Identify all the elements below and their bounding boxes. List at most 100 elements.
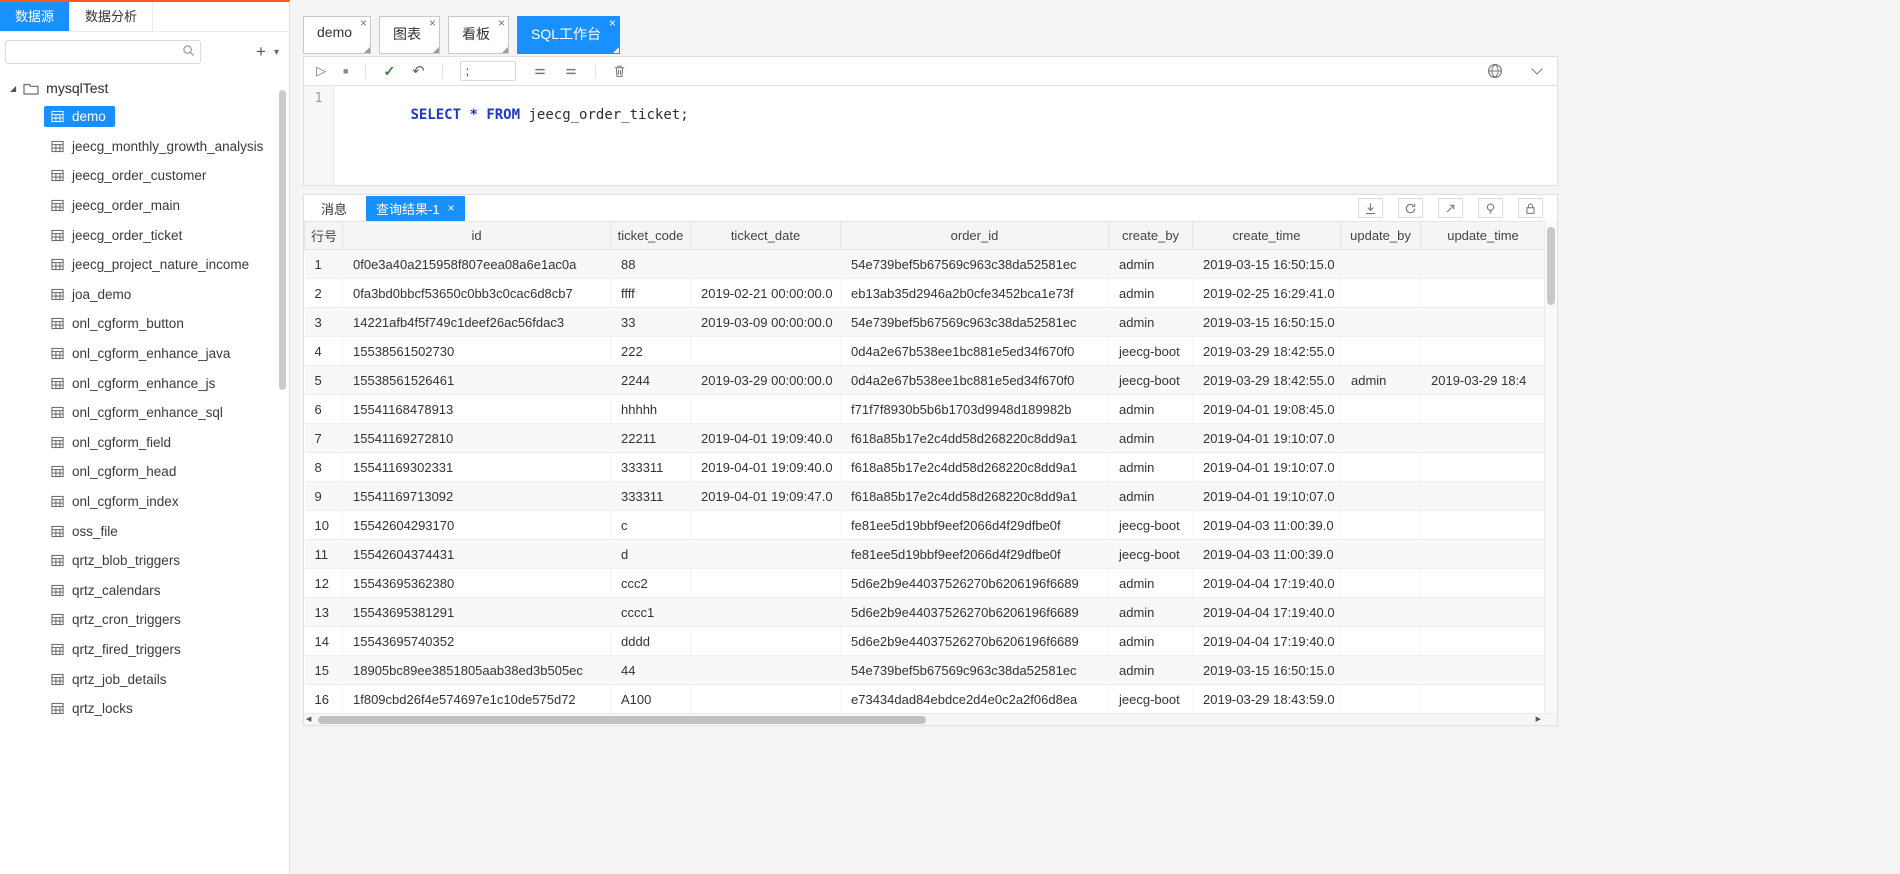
table-row[interactable]: 10 15542604293170 c fe81ee5d19bbf9eef206… <box>304 510 1546 540</box>
table-row[interactable]: 3 14221afb4f5f749c1deef26ac56fdac3 33 20… <box>304 307 1546 337</box>
tree-item[interactable]: jeecg_order_ticket <box>0 220 289 250</box>
table-row[interactable]: 6 15541168478913 hhhhh f71f7f8930b5b6b17… <box>304 394 1546 424</box>
chevron-down-icon[interactable] <box>1531 63 1543 75</box>
tree-item[interactable]: onl_cgform_field <box>0 428 289 458</box>
workspace-tab[interactable]: 图表 × <box>379 16 441 54</box>
sql-editor[interactable]: 1 SELECT * FROM jeecg_order_ticket; <box>303 86 1558 186</box>
sidebar-tab[interactable]: 数据源 <box>0 2 71 31</box>
delimiter-input[interactable] <box>459 61 516 81</box>
tab-close-icon[interactable]: × <box>360 16 367 30</box>
column-header[interactable]: order_id <box>840 221 1109 250</box>
column-header[interactable]: update_time <box>1420 221 1546 250</box>
sidebar-tab[interactable]: 数据分析 <box>70 2 154 31</box>
tree-item[interactable]: qrtz_cron_triggers <box>0 605 289 635</box>
cell-create-time: 2019-04-01 19:10:07.0 <box>1192 452 1341 482</box>
column-header[interactable]: create_time <box>1192 221 1341 250</box>
download-icon[interactable] <box>1358 198 1383 218</box>
column-header[interactable]: tickect_date <box>690 221 841 250</box>
tree-item[interactable]: onl_cgform_head <box>0 457 289 487</box>
table-row[interactable]: 16 1f809cbd26f4e574697e1c10de575d72 A100… <box>304 684 1546 714</box>
column-header[interactable]: ticket_code <box>610 221 691 250</box>
table-row[interactable]: 13 15543695381291 cccc1 5d6e2b9e44037526… <box>304 597 1546 627</box>
tree-item[interactable]: onl_cgform_enhance_js <box>0 368 289 398</box>
bulb-icon[interactable] <box>1478 198 1503 218</box>
table-row[interactable]: 7 15541169272810 22211 2019-04-01 19:09:… <box>304 423 1546 453</box>
column-header[interactable]: create_by <box>1108 221 1193 250</box>
run-icon[interactable]: ▷ <box>316 63 326 79</box>
compress-icon[interactable] <box>564 65 578 78</box>
chevron-down-icon[interactable]: ▾ <box>272 47 281 58</box>
tree-item[interactable]: qrtz_blob_triggers <box>0 546 289 576</box>
workspace-tab[interactable]: SQL工作台 × <box>517 16 621 54</box>
table-row[interactable]: 11 15542604374431 d fe81ee5d19bbf9eef206… <box>304 539 1546 569</box>
globe-icon[interactable] <box>1487 63 1503 79</box>
column-header[interactable]: 行号 <box>304 221 343 250</box>
tree-item[interactable]: joa_demo <box>0 280 289 310</box>
cell-update-time <box>1420 626 1546 656</box>
table-horizontal-scrollbar[interactable]: ◀ ▶ <box>304 713 1557 725</box>
vertical-scrollbar-thumb[interactable] <box>1547 227 1555 305</box>
cell-ticket-code: 222 <box>610 336 691 366</box>
tree-item[interactable]: qrtz_calendars <box>0 576 289 606</box>
column-header[interactable]: update_by <box>1340 221 1421 250</box>
cell-order-id: eb13ab35d2946a2b0cfe3452bca1e73f <box>840 278 1109 308</box>
horizontal-scrollbar-thumb[interactable] <box>318 716 926 724</box>
tree-item[interactable]: oss_file <box>0 516 289 546</box>
expand-caret-icon[interactable]: ◢ <box>10 84 16 93</box>
tab-close-icon[interactable]: × <box>498 16 505 30</box>
tree-item[interactable]: jeecg_order_customer <box>0 161 289 191</box>
table-row[interactable]: 4 15538561502730 222 0d4a2e67b538ee1bc88… <box>304 336 1546 366</box>
tree-item[interactable]: jeecg_order_main <box>0 191 289 221</box>
format-icon[interactable] <box>533 65 547 78</box>
cell-order-id: 5d6e2b9e44037526270b6206196f6689 <box>840 597 1109 627</box>
workspace-tab[interactable]: demo × <box>303 16 372 54</box>
tree-item-label: jeecg_order_customer <box>72 168 207 184</box>
table-row[interactable]: 1 0f0e3a40a215958f807eea08a6e1ac0a 88 54… <box>304 249 1546 279</box>
refresh-icon[interactable] <box>1398 198 1423 218</box>
tree-root-node[interactable]: ◢ mysqlTest <box>0 74 289 102</box>
cell-update-time <box>1420 684 1546 714</box>
workspace-tab[interactable]: 看板 × <box>448 16 510 54</box>
scroll-left-icon[interactable]: ◀ <box>306 715 311 723</box>
tree-item[interactable]: qrtz_locks <box>0 694 289 724</box>
search-input[interactable] <box>5 40 201 64</box>
tree-item[interactable]: demo <box>0 102 289 132</box>
tree-item[interactable]: qrtz_fired_triggers <box>0 635 289 665</box>
sidebar-scrollbar-thumb[interactable] <box>279 90 286 390</box>
cell-ticket-code: ccc2 <box>610 568 691 598</box>
tree-item[interactable]: jeecg_project_nature_income <box>0 250 289 280</box>
table-row[interactable]: 9 15541169713092 333311 2019-04-01 19:09… <box>304 481 1546 511</box>
tree-item[interactable]: onl_cgform_enhance_sql <box>0 398 289 428</box>
add-datasource-button[interactable]: + <box>250 42 272 62</box>
cell-ticket-date: 2019-04-01 19:09:47.0 <box>690 481 841 511</box>
table-row[interactable]: 2 0fa3bd0bbcf53650c0bb3c0cac6d8cb7 ffff … <box>304 278 1546 308</box>
trash-icon[interactable] <box>613 64 626 78</box>
stop-icon[interactable]: ■ <box>343 66 348 76</box>
results-tab[interactable]: 消息 × <box>311 196 357 221</box>
table-row[interactable]: 15 18905bc89ee3851805aab38ed3b505ec 44 5… <box>304 655 1546 685</box>
tree-item[interactable]: onl_cgform_index <box>0 487 289 517</box>
table-row[interactable]: 14 15543695740352 dddd 5d6e2b9e440375262… <box>304 626 1546 656</box>
column-header[interactable]: id <box>342 221 611 250</box>
tree-item-label: onl_cgform_field <box>72 434 172 450</box>
cell-id: 15541169272810 <box>342 423 611 453</box>
tree-item[interactable]: onl_cgform_enhance_java <box>0 339 289 369</box>
results-tab[interactable]: 查询结果-1 × <box>366 195 465 221</box>
scroll-right-icon[interactable]: ▶ <box>1536 715 1541 723</box>
validate-icon[interactable]: ✓ <box>383 63 395 80</box>
table-row[interactable]: 5 15538561526461 2244 2019-03-29 00:00:0… <box>304 365 1546 395</box>
undo-icon[interactable]: ↶ <box>412 62 425 80</box>
lock-icon[interactable] <box>1518 198 1543 218</box>
tab-close-icon[interactable]: × <box>448 201 455 215</box>
tree-item[interactable]: qrtz_job_details <box>0 664 289 694</box>
tree-item[interactable]: jeecg_monthly_growth_analysis <box>0 132 289 162</box>
sql-token: FROM <box>486 107 521 123</box>
tab-close-icon[interactable]: × <box>609 16 616 30</box>
table-vertical-scrollbar[interactable] <box>1544 221 1557 713</box>
cell-id: 1f809cbd26f4e574697e1c10de575d72 <box>342 684 611 714</box>
tree-item[interactable]: onl_cgform_button <box>0 309 289 339</box>
tab-close-icon[interactable]: × <box>429 16 436 30</box>
export-icon[interactable] <box>1438 198 1463 218</box>
table-row[interactable]: 8 15541169302331 333311 2019-04-01 19:09… <box>304 452 1546 482</box>
table-row[interactable]: 12 15543695362380 ccc2 5d6e2b9e440375262… <box>304 568 1546 598</box>
